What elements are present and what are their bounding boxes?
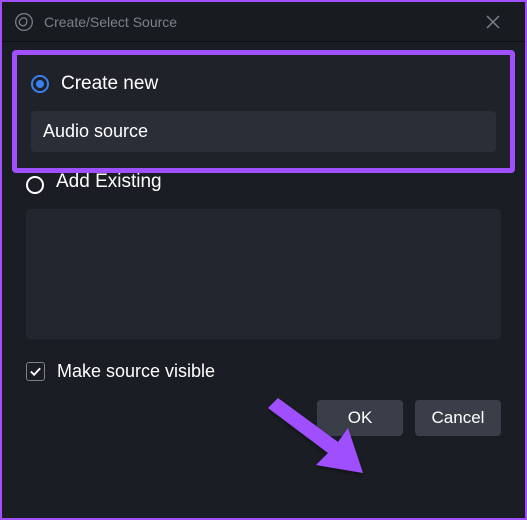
- dialog-content: Create new Add Existing Make source visi…: [2, 42, 525, 448]
- make-visible-label: Make source visible: [57, 361, 215, 382]
- titlebar: Create/Select Source: [2, 2, 525, 42]
- add-existing-radio[interactable]: [26, 176, 44, 194]
- dialog-buttons: OK Cancel: [26, 400, 501, 436]
- window-title: Create/Select Source: [44, 14, 473, 30]
- existing-sources-list[interactable]: [26, 209, 501, 339]
- ok-button[interactable]: OK: [317, 400, 403, 436]
- create-new-radio[interactable]: [31, 75, 49, 93]
- add-existing-label: Add Existing: [56, 171, 162, 193]
- add-existing-section: Add Existing Make source visible OK Canc…: [12, 173, 515, 436]
- source-name-input[interactable]: [31, 111, 496, 152]
- create-new-highlight: Create new: [12, 50, 515, 173]
- make-visible-checkbox[interactable]: [26, 362, 45, 381]
- create-new-radio-row[interactable]: Create new: [31, 73, 496, 95]
- obs-app-icon: [14, 12, 34, 32]
- create-new-label: Create new: [61, 73, 158, 95]
- cancel-button[interactable]: Cancel: [415, 400, 501, 436]
- visible-checkbox-row[interactable]: Make source visible: [26, 361, 501, 382]
- add-existing-radio-row[interactable]: Add Existing: [26, 173, 501, 195]
- close-button[interactable]: [473, 2, 513, 42]
